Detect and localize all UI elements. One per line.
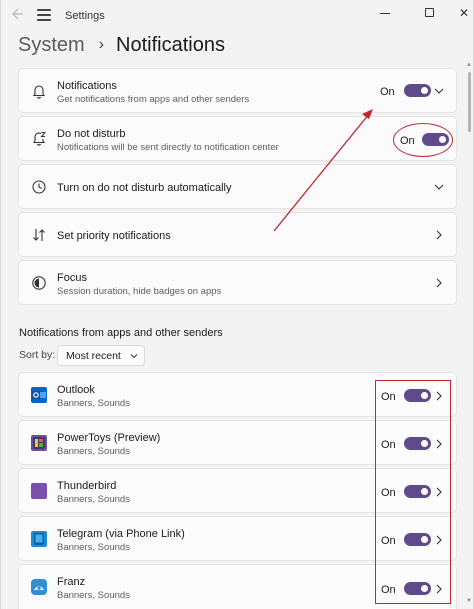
app-name: Outlook (57, 384, 95, 396)
window-title: Settings (65, 10, 105, 22)
app-name: Telegram (via Phone Link) (57, 528, 185, 540)
scrollbar-thumb[interactable] (468, 72, 471, 132)
priority-sort-icon (33, 229, 45, 241)
do-not-disturb-subtitle: Notifications will be sent directly to n… (57, 142, 279, 153)
maximize-icon[interactable] (417, 4, 441, 22)
do-not-disturb-title: Do not disturb (57, 128, 126, 140)
settings-window: Settings ✕ System › Notifications Notifi… (0, 0, 474, 609)
bell-snooze-icon (32, 132, 47, 146)
chevron-down-icon[interactable] (434, 182, 444, 192)
breadcrumb: System › Notifications (18, 32, 225, 58)
chevron-right-icon[interactable] (434, 230, 444, 240)
sort-dropdown[interactable]: Most recent (57, 345, 145, 366)
chevron-right-icon[interactable] (434, 278, 444, 288)
app-subtitle: Banners, Sounds (57, 590, 130, 601)
app-subtitle: Banners, Sounds (57, 446, 130, 457)
focus-subtitle: Session duration, hide badges on apps (57, 286, 222, 297)
page-title: Notifications (116, 33, 225, 56)
bell-icon (32, 85, 46, 99)
clock-icon (32, 180, 46, 194)
app-subtitle: Banners, Sounds (57, 494, 130, 505)
dnd-automatic-setting[interactable]: Turn on do not disturb automatically (18, 164, 457, 209)
do-not-disturb-setting: Do not disturb Notifications will be sen… (18, 116, 457, 161)
sort-by-label: Sort by: (19, 349, 56, 361)
app-name: Thunderbird (57, 480, 117, 492)
notifications-toggle[interactable] (404, 84, 431, 97)
notifications-toggle-label: On (380, 86, 395, 98)
close-icon[interactable]: ✕ (452, 4, 474, 22)
focus-title: Focus (57, 272, 87, 284)
notifications-setting[interactable]: Notifications Get notifications from app… (18, 68, 457, 113)
powertoys-icon (31, 435, 47, 451)
scroll-up-icon[interactable]: ▲ (466, 62, 472, 68)
outlook-icon (31, 387, 47, 403)
thunderbird-icon (31, 483, 47, 499)
telegram-icon (31, 531, 47, 547)
priority-notifications-title: Set priority notifications (57, 230, 171, 242)
title-bar: Settings ✕ (1, 0, 474, 32)
minimize-icon[interactable] (373, 4, 397, 22)
scroll-down-icon[interactable]: ▼ (466, 598, 472, 604)
hamburger-menu-icon[interactable] (37, 9, 51, 21)
app-subtitle: Banners, Sounds (57, 542, 130, 553)
focus-icon (32, 276, 46, 290)
notifications-title: Notifications (57, 80, 117, 92)
dnd-automatic-title: Turn on do not disturb automatically (57, 182, 232, 194)
breadcrumb-system[interactable]: System (18, 34, 85, 57)
focus-setting[interactable]: Focus Session duration, hide badges on a… (18, 260, 457, 305)
app-name: Franz (57, 576, 86, 588)
sort-dropdown-value: Most recent (66, 350, 121, 362)
back-arrow-icon[interactable] (10, 8, 26, 24)
annotation-rectangle (375, 380, 451, 604)
app-name: PowerToys (Preview) (57, 432, 161, 444)
app-subtitle: Banners, Sounds (57, 398, 130, 409)
priority-notifications-setting[interactable]: Set priority notifications (18, 212, 457, 257)
annotation-oval (393, 123, 453, 157)
franz-icon (31, 579, 47, 595)
chevron-down-icon (130, 354, 138, 359)
chevron-down-icon[interactable] (434, 86, 444, 96)
breadcrumb-separator: › (98, 36, 105, 53)
apps-section-title: Notifications from apps and other sender… (19, 327, 223, 339)
notifications-subtitle: Get notifications from apps and other se… (57, 94, 250, 105)
